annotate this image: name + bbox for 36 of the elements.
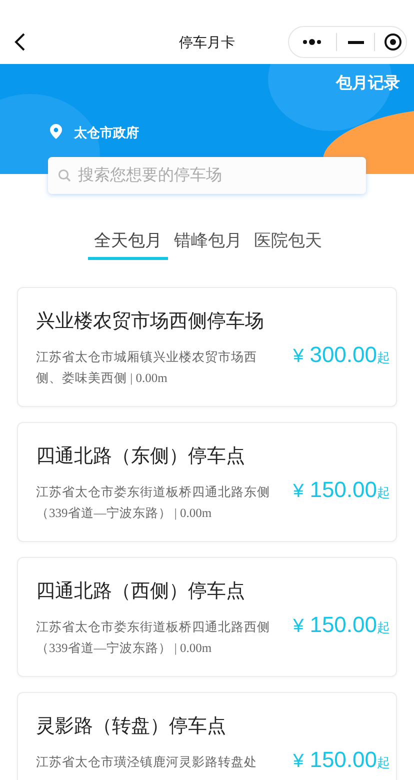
location-label: 太仓市政府	[74, 124, 139, 142]
parking-name: 四通北路（西侧）停车点	[36, 580, 245, 604]
price: 150.00	[310, 476, 377, 504]
parking-address: 江苏省太仓市城厢镇兴业楼农贸市场西侧、娄味美西侧 | 0.00m	[36, 348, 258, 387]
tab[interactable]: 错峰包月	[168, 228, 248, 260]
price-suffix: 起	[377, 348, 390, 366]
more-icon[interactable]	[302, 39, 322, 45]
tab[interactable]: 医院包天	[248, 228, 328, 260]
currency-symbol: ¥	[293, 750, 304, 774]
currency-symbol: ¥	[293, 614, 304, 638]
parking-name: 灵影路（转盘）停车点	[36, 714, 226, 738]
price-suffix: 起	[377, 618, 390, 636]
parking-card[interactable]: 兴业楼农贸市场西侧停车场 江苏省太仓市城厢镇兴业楼农贸市场西侧、娄味美西侧 | 0.00m ¥ 300.00起	[17, 286, 397, 406]
price: 150.00	[310, 746, 377, 774]
minimize-icon[interactable]	[348, 40, 364, 44]
price: 150.00	[310, 610, 377, 638]
page-title: 停车月卡	[179, 33, 235, 52]
price-suffix: 起	[377, 754, 390, 772]
currency-symbol: ¥	[293, 480, 304, 504]
parking-name: 四通北路（东侧）停车点	[36, 444, 245, 468]
back-icon[interactable]	[14, 32, 26, 52]
parking-card[interactable]: 四通北路（东侧）停车点 江苏省太仓市娄东街道板桥四通北路东侧（339省道—宁波东路） | 0.00m ¥ 150.00起	[17, 422, 397, 542]
tab[interactable]: 全天包月	[88, 228, 168, 260]
close-icon[interactable]	[384, 33, 402, 51]
price-suffix: 起	[377, 484, 390, 502]
search-icon	[58, 169, 71, 182]
price: 300.00	[310, 340, 377, 368]
parking-address: 江苏省太仓市娄东街道板桥四通北路西侧（339省道—宁波东路） | 0.00m	[36, 618, 271, 657]
currency-symbol: ¥	[293, 344, 304, 368]
parking-address: 江苏省太仓市娄东街道板桥四通北路东侧（339省道—宁波东路） | 0.00m	[36, 484, 271, 522]
parking-card[interactable]: 灵影路（转盘）停车点 江苏省太仓市璜泾镇鹿河灵影路转盘处 ¥ 150.00起	[17, 692, 397, 780]
parking-address: 江苏省太仓市璜泾镇鹿河灵影路转盘处	[36, 754, 258, 770]
parking-name: 兴业楼农贸市场西侧停车场	[36, 310, 264, 334]
parking-card[interactable]: 四通北路（西侧）停车点 江苏省太仓市娄东街道板桥四通北路西侧（339省道—宁波东路） | 0.00m ¥ 150.00起	[17, 556, 397, 676]
search-field[interactable]: 搜索您想要的停车场	[48, 157, 366, 194]
location-pin-icon	[50, 124, 62, 139]
